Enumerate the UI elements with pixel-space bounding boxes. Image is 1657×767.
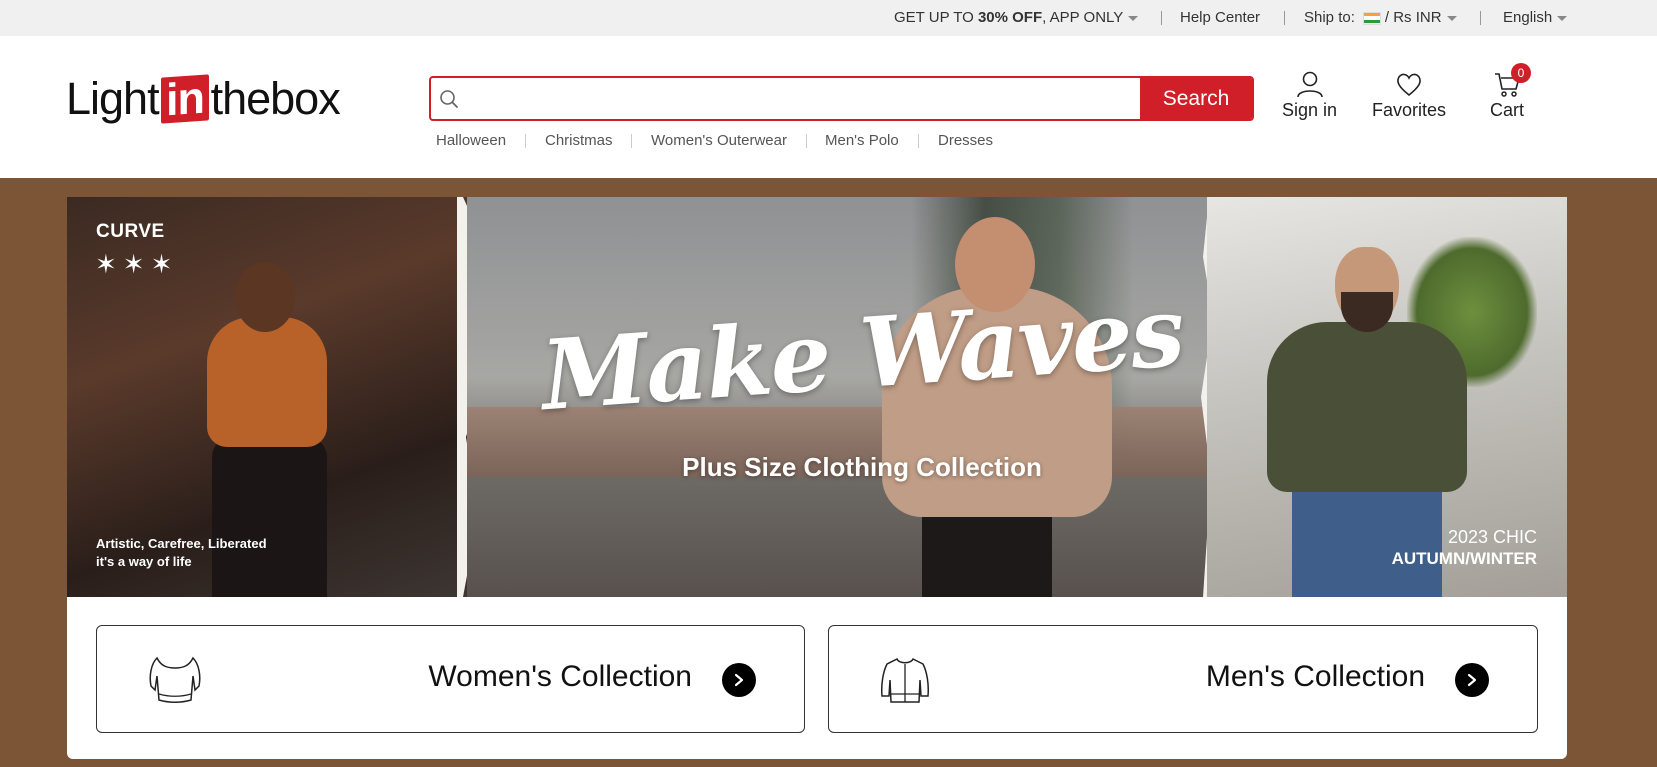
heart-icon [1397, 73, 1421, 97]
chevron-right-icon [722, 663, 756, 697]
divider [918, 134, 919, 148]
hero-banner[interactable]: CURVE ✶✶✶ Artistic, Carefree, Liberated … [67, 197, 1567, 597]
top-bar: GET UP TO 30% OFF, APP ONLY Help Center … [0, 0, 1657, 36]
mens-collection-label: Men's Collection [1205, 660, 1425, 693]
search-input[interactable] [467, 78, 1140, 119]
season-line-2: AUTUMN/WINTER [1391, 549, 1537, 568]
cart-count-badge: 0 [1511, 63, 1531, 83]
lightinthebox-logo[interactable]: Light in thebox [66, 72, 341, 126]
chevron-down-icon [1128, 15, 1139, 21]
site-header: Light in thebox Search Halloween Christmas… [0, 36, 1657, 178]
ship-to-selector[interactable]: Ship to: / Rs INR [1304, 0, 1457, 36]
logo-text-in: in [160, 72, 209, 125]
currency-label: Rs INR [1393, 9, 1442, 26]
cart-label: Cart [1490, 100, 1525, 120]
cart-button[interactable]: 0 Cart [1490, 63, 1531, 121]
sign-in-label: Sign in [1282, 100, 1338, 120]
hot-keyword-mens-polo[interactable]: Men's Polo [825, 132, 899, 149]
hot-keyword-dresses[interactable]: Dresses [938, 132, 993, 149]
jacket-icon [881, 657, 929, 703]
collections-section: Women's Collection Men's Collection [67, 597, 1567, 759]
tagline-line-1: Artistic, Carefree, Liberated [96, 536, 267, 551]
language-selector[interactable]: English [1503, 0, 1568, 36]
mens-collection-card[interactable]: Men's Collection [828, 625, 1538, 733]
season-label: 2023 CHIC AUTUMN/WINTER [1392, 527, 1537, 569]
promo-bold: 30% OFF [977, 9, 1043, 26]
divider [1480, 11, 1481, 25]
hot-keyword-womens-outerwear[interactable]: Women's Outerwear [651, 132, 787, 149]
chevron-down-icon [1557, 15, 1568, 21]
curve-label: CURVE [96, 221, 165, 242]
search-button[interactable]: Search [1140, 78, 1252, 119]
divider [1284, 11, 1285, 25]
sparkle-stars-icon: ✶✶✶ [95, 249, 179, 279]
womens-collection-card[interactable]: Women's Collection [96, 625, 805, 733]
ship-to-label: Ship to: [1304, 9, 1355, 26]
favorites-button[interactable]: Favorites [1372, 70, 1446, 121]
womens-top-icon [149, 656, 201, 703]
logo-text-light: Light [66, 73, 160, 124]
divider [1161, 11, 1162, 25]
promo-suffix: , APP ONLY [1042, 9, 1124, 26]
user-icon [1296, 71, 1323, 98]
promo-prefix: GET UP TO [894, 9, 974, 26]
main-content: CURVE ✶✶✶ Artistic, Carefree, Liberated … [0, 178, 1657, 767]
india-flag-icon [1362, 11, 1381, 25]
search-icon [431, 78, 467, 119]
sign-in-button[interactable]: Sign in [1282, 70, 1337, 121]
banner-subheadline: Plus Size Clothing Collection [682, 452, 1042, 482]
hot-keyword-christmas[interactable]: Christmas [545, 132, 613, 149]
app-promo-link[interactable]: GET UP TO 30% OFF, APP ONLY [894, 0, 1139, 36]
divider [525, 134, 526, 148]
language-label: English [1503, 9, 1553, 26]
divider [806, 134, 807, 148]
banner-tagline: Artistic, Carefree, Liberated it's a way… [96, 535, 296, 571]
hot-keyword-halloween[interactable]: Halloween [436, 132, 506, 149]
chevron-right-icon [1455, 663, 1489, 697]
search-bar: Search [429, 76, 1254, 121]
slash: / [1384, 9, 1394, 26]
chevron-down-icon [1446, 15, 1457, 21]
logo-text-thebox: thebox [210, 73, 341, 124]
season-line-1: 2023 CHIC [1447, 527, 1537, 547]
favorites-label: Favorites [1372, 100, 1447, 120]
help-center-link[interactable]: Help Center [1180, 0, 1260, 36]
womens-collection-label: Women's Collection [428, 660, 692, 693]
divider [631, 134, 632, 148]
tagline-line-2: it's a way of life [96, 554, 192, 569]
